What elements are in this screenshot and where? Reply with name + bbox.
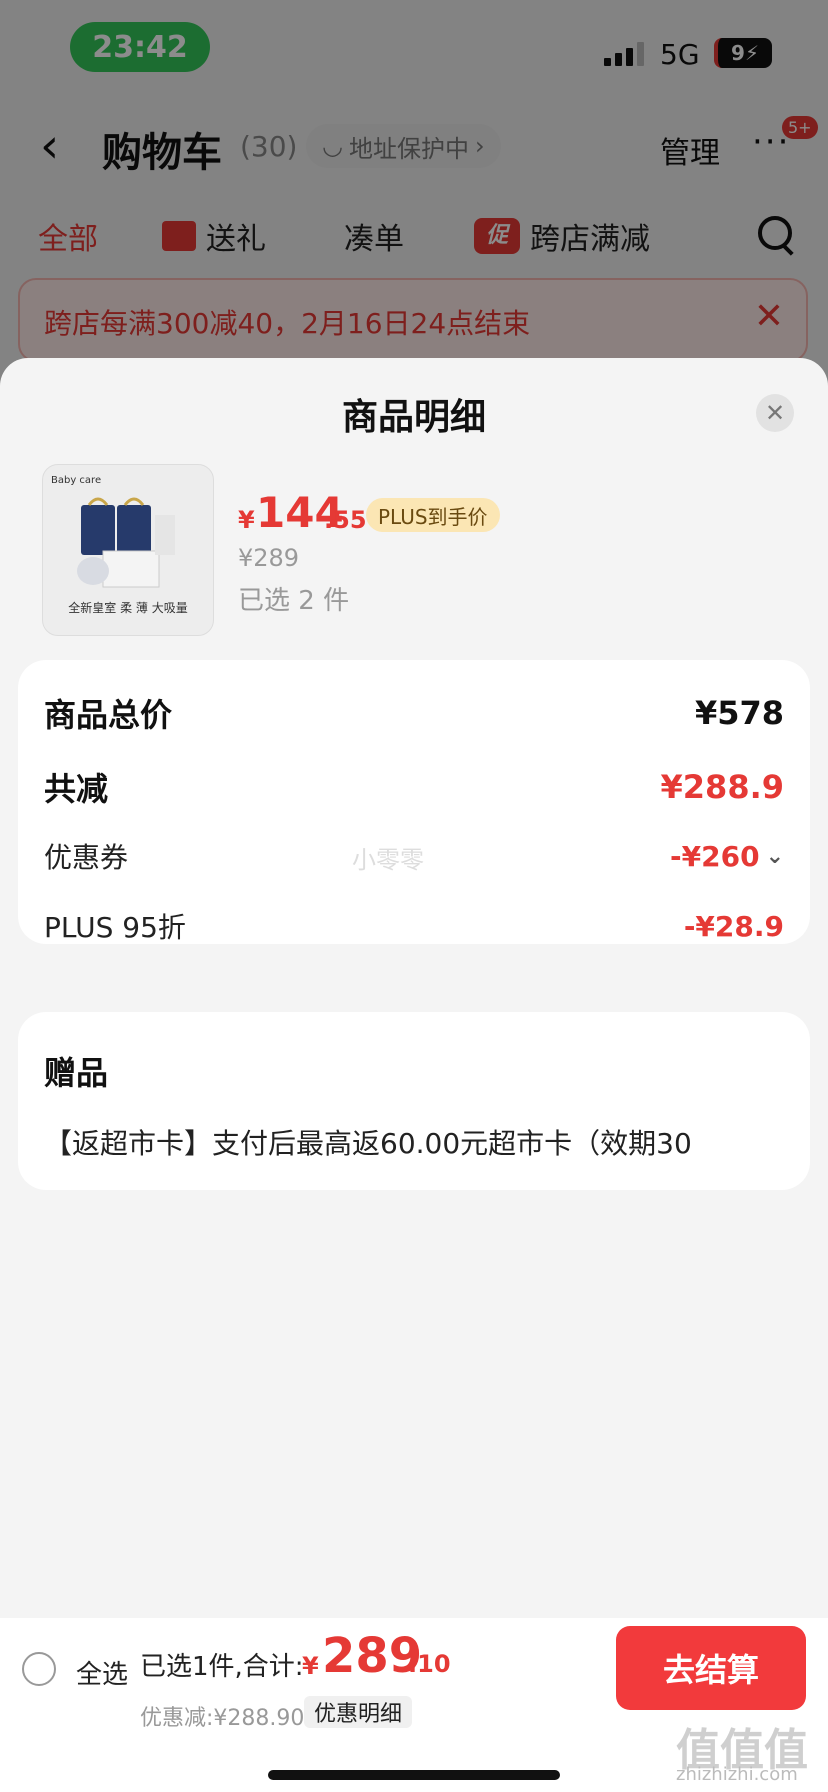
price-summary-card: 商品总价 ¥578 共减 ¥288.9 小零零 优惠券 -¥260 ⌄ PLUS …	[18, 660, 810, 944]
price-currency: ¥	[238, 506, 255, 534]
gift-item: 【返超市卡】支付后最高返60.00元超市卡（效期30	[44, 1127, 692, 1160]
site-watermark-url: zhizhizhi.com	[676, 1764, 798, 1785]
total-price-value: ¥578	[694, 694, 784, 732]
product-image[interactable]: Baby care 全新皇室 柔 薄 大吸量	[42, 464, 214, 636]
selection-summary: 已选1件,合计:	[140, 1652, 304, 1682]
plus-discount-label: PLUS 95折	[44, 911, 186, 944]
gift-card: 赠品 【返超市卡】支付后最高返60.00元超市卡（效期30	[18, 1012, 810, 1190]
discount-detail-button[interactable]: 优惠明细	[304, 1696, 413, 1728]
close-icon[interactable]: ✕	[756, 394, 794, 432]
home-indicator[interactable]	[268, 1770, 560, 1780]
total-reduction-label: 共减	[44, 770, 109, 808]
total-currency: ¥	[302, 1652, 319, 1680]
checkout-bar: 全选 已选1件,合计: ¥ 289 .10 优惠减:¥288.90 优惠明细 去…	[0, 1618, 828, 1792]
select-all-checkbox[interactable]	[22, 1652, 56, 1686]
coupon-label: 优惠券	[44, 841, 129, 874]
coupon-value: -¥260	[670, 839, 760, 873]
product-slogan: 全新皇室 柔 薄 大吸量	[68, 601, 188, 615]
total-decimal: .10	[408, 1650, 451, 1678]
total-price-row: 商品总价 ¥578	[44, 690, 784, 736]
total-price-label: 商品总价	[44, 696, 173, 734]
coupon-row[interactable]: 优惠券 -¥260 ⌄	[44, 836, 784, 876]
chevron-down-icon[interactable]: ⌄	[766, 844, 784, 869]
sheet-title: 商品明细	[341, 397, 486, 438]
gift-title: 赠品	[44, 1054, 109, 1092]
checkout-button[interactable]: 去结算	[616, 1626, 806, 1710]
coupon-value-wrap: -¥260 ⌄	[670, 840, 784, 873]
discount-summary: 优惠减:¥288.90	[140, 1706, 305, 1731]
selected-quantity: 已选 2 件	[238, 586, 350, 616]
select-all-label[interactable]: 全选	[76, 1654, 128, 1691]
plus-price-tag: PLUS到手价	[366, 498, 500, 532]
brand-logo: Baby care	[51, 475, 102, 486]
product-detail-sheet: 商品明细 ✕ Baby care 全新皇室 柔 薄 大吸量 ¥ 144 .55 …	[0, 358, 828, 1792]
plus-discount-row: PLUS 95折 -¥28.9	[44, 906, 784, 946]
price-decimal: .55	[324, 506, 367, 534]
original-price: ¥289	[238, 544, 300, 572]
total-reduction-row: 共减 ¥288.9	[44, 764, 784, 810]
diaper-pack-image	[77, 497, 175, 588]
total-reduction-value: ¥288.9	[660, 768, 784, 806]
plus-discount-value: -¥28.9	[683, 909, 784, 943]
